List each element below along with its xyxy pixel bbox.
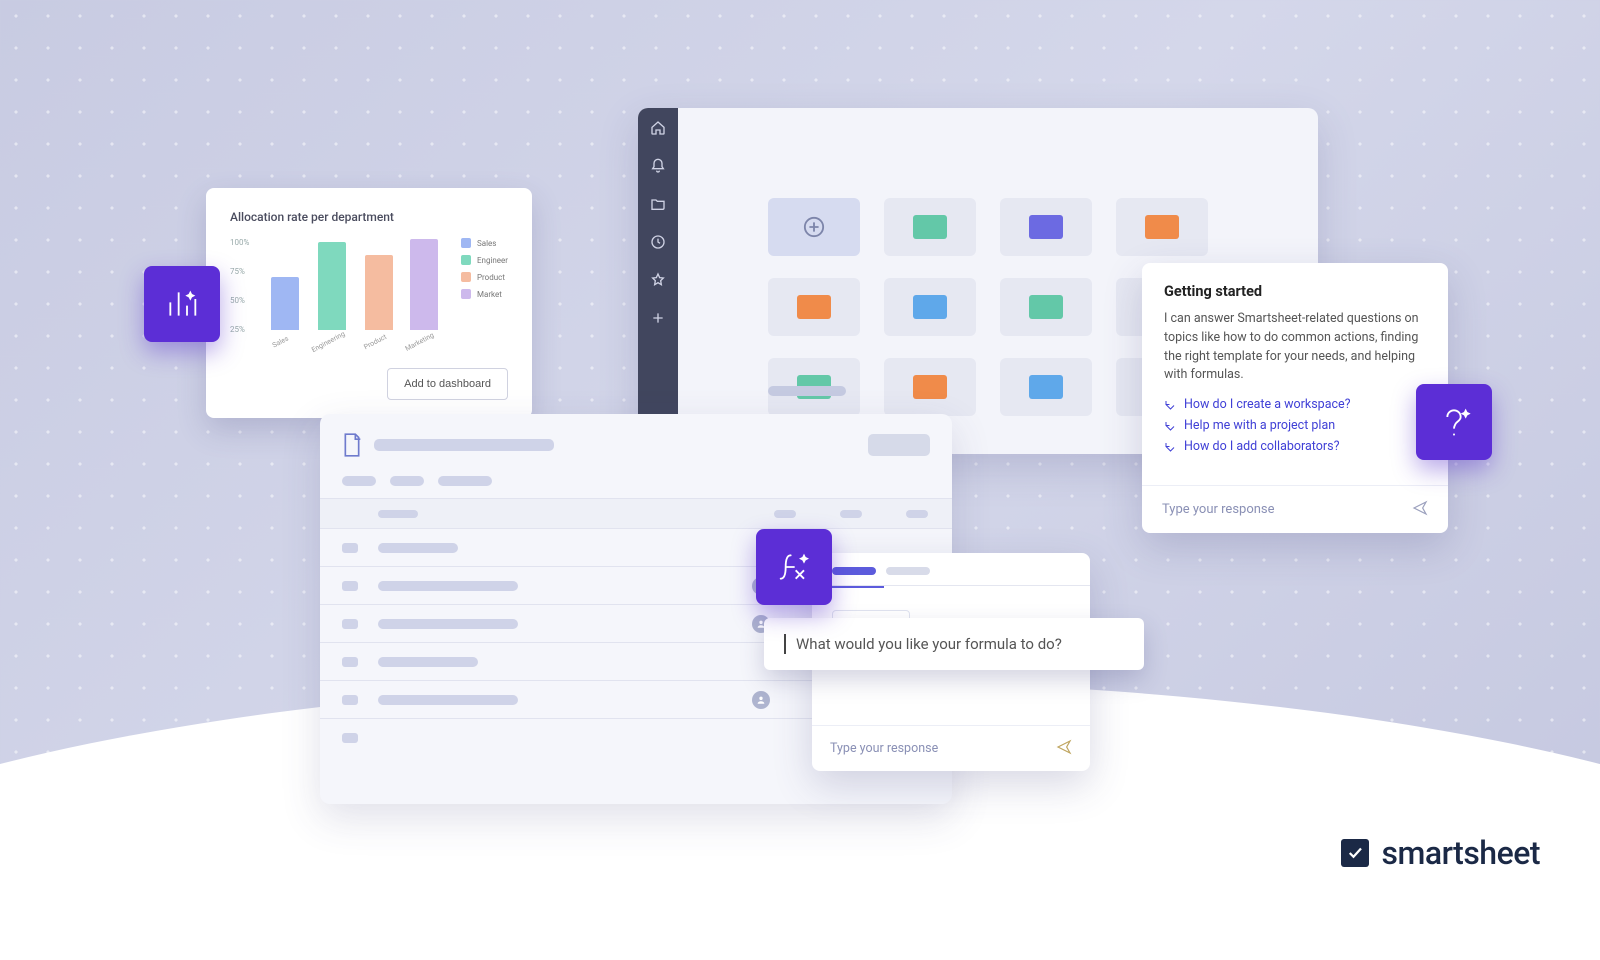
brand-logo: smartsheet: [1341, 834, 1540, 872]
person-icon: [752, 691, 770, 709]
sheet-toolbar: [320, 476, 952, 498]
folder-icon[interactable]: [650, 196, 666, 216]
formula-tabs: [812, 553, 1090, 575]
help-title: Getting started: [1164, 283, 1426, 300]
send-icon[interactable]: [1412, 500, 1428, 520]
sheet-title-stub: [374, 439, 554, 451]
formula-prompt-input[interactable]: What would you like your formula to do?: [764, 618, 1144, 670]
star-icon[interactable]: [650, 272, 666, 292]
clock-icon[interactable]: [650, 234, 666, 254]
tile-sheet-orange[interactable]: [1116, 198, 1208, 256]
tile-sheet-green[interactable]: [1000, 278, 1092, 336]
ai-chart-badge: [144, 266, 220, 342]
chart-card: Allocation rate per department 100% 75% …: [206, 188, 532, 418]
logo-mark-icon: [1341, 839, 1369, 867]
tile-sheet-blue[interactable]: [884, 278, 976, 336]
formula-mini-input[interactable]: Type your response: [812, 725, 1090, 771]
sheet-icon: [342, 432, 362, 458]
help-link-workspace[interactable]: How do I create a workspace?: [1164, 397, 1426, 412]
bell-icon[interactable]: [650, 158, 666, 178]
add-to-dashboard-button[interactable]: Add to dashboard: [387, 368, 508, 400]
tile-new[interactable]: [768, 198, 860, 256]
text-cursor: [784, 634, 786, 654]
send-icon[interactable]: [1056, 739, 1072, 759]
formula-tab-active[interactable]: [832, 567, 876, 575]
chart-y-axis: 100% 75% 50% 25%: [230, 238, 249, 348]
home-icon[interactable]: [650, 120, 666, 140]
ai-help-badge: [1416, 384, 1492, 460]
help-body: I can answer Smartsheet-related question…: [1164, 310, 1426, 385]
sheet-header: [320, 414, 952, 476]
chart-title: Allocation rate per department: [230, 210, 508, 224]
formula-prompt-placeholder: What would you like your formula to do?: [796, 635, 1062, 653]
ai-formula-badge: [756, 529, 832, 605]
chart-legend: Sales Engineer Product Market: [461, 238, 508, 348]
tile-sheet-blue2[interactable]: [1000, 358, 1092, 416]
formula-tab[interactable]: [886, 567, 930, 575]
help-link-project-plan[interactable]: Help me with a project plan: [1164, 418, 1426, 433]
help-suggestions: How do I create a workspace? Help me wit…: [1164, 397, 1426, 454]
chart-bars: Sales Engineering Product Marketing: [263, 238, 447, 348]
tile-dashboard[interactable]: [884, 198, 976, 256]
bar-engineering: [318, 242, 346, 330]
bar-sales: [271, 277, 299, 330]
tile-sheet-orange3[interactable]: [884, 358, 976, 416]
bar-marketing: [410, 239, 438, 330]
tile-sheet-1[interactable]: [768, 278, 860, 336]
help-panel: Getting started I can answer Smartsheet-…: [1142, 263, 1448, 533]
sheet-action-stub[interactable]: [868, 434, 930, 456]
help-input[interactable]: Type your response: [1142, 485, 1448, 533]
plus-icon[interactable]: [650, 310, 666, 330]
bar-product: [365, 255, 393, 330]
app-nav-rail: [638, 108, 678, 454]
tile-selected-label: [768, 386, 846, 396]
brand-name: smartsheet: [1381, 834, 1540, 872]
sheet-header-row: [320, 498, 952, 528]
help-link-collaborators[interactable]: How do I add collaborators?: [1164, 439, 1426, 454]
tile-report[interactable]: [1000, 198, 1092, 256]
